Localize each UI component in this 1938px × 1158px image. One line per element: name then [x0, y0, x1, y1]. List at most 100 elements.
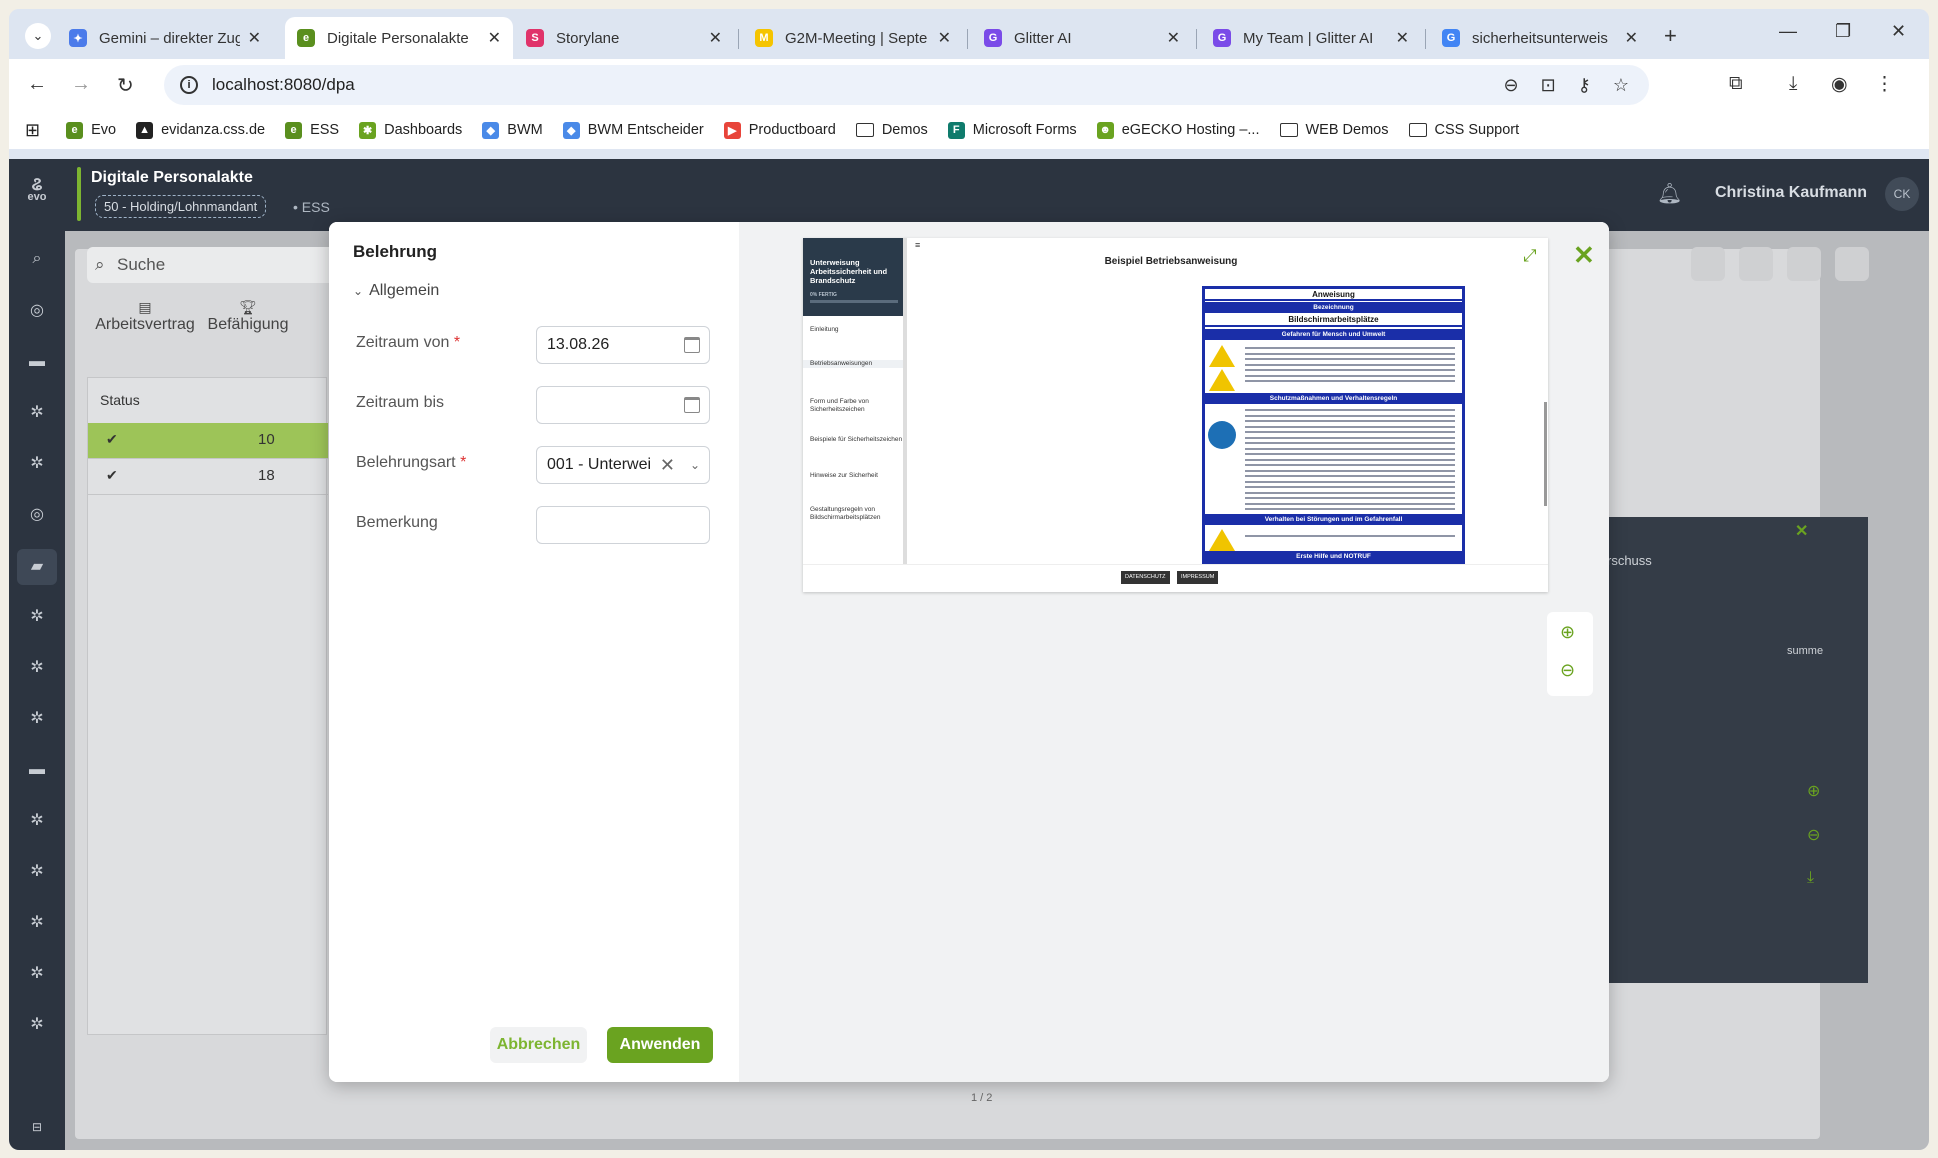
search-icon[interactable]: ⌕: [27, 249, 47, 269]
bookmark-item[interactable]: ▶ Productboard: [723, 121, 836, 139]
browser-tab[interactable]: S Storylane ✕: [514, 17, 734, 59]
module-icon[interactable]: ✲: [27, 454, 47, 474]
close-tab-icon[interactable]: ✕: [248, 28, 261, 48]
table-row[interactable]: ✔ 10: [88, 423, 328, 459]
more-menu-icon[interactable]: ⋮: [1875, 73, 1894, 96]
bookmark-item[interactable]: F Microsoft Forms: [947, 121, 1077, 139]
bookmark-star-icon[interactable]: ☆: [1613, 75, 1629, 96]
browser-tab[interactable]: G My Team | Glitter AI ✕: [1201, 17, 1421, 59]
belehrungsart-select[interactable]: 001 - Unterwei ✕ ⌄: [536, 446, 710, 484]
module-icon[interactable]: ✲: [27, 862, 47, 882]
course-nav-item[interactable]: Beispiele für Sicherheitszeichen: [803, 436, 903, 444]
table-row[interactable]: ✔ 18: [88, 459, 328, 495]
course-nav-item[interactable]: Form und Farbe von Sicherheitszeichen: [803, 398, 903, 414]
zoom-in-icon[interactable]: ⊕: [1560, 622, 1575, 643]
folder-icon[interactable]: ▬: [27, 760, 47, 780]
bookmark-item[interactable]: e ESS: [285, 121, 339, 139]
minimize-button[interactable]: —: [1779, 21, 1797, 42]
tab-arbeitsvertrag[interactable]: ▤ Arbeitsvertrag: [95, 299, 195, 334]
close-tab-icon[interactable]: ✕: [1167, 28, 1180, 48]
bookmark-item[interactable]: ▲ evidanza.css.de: [136, 121, 265, 139]
mandant-chip[interactable]: 50 - Holding/Lohnmandant: [95, 195, 267, 218]
reload-button[interactable]: ↻: [117, 73, 134, 98]
bookmark-item[interactable]: ☻ eGECKO Hosting –...: [1096, 121, 1260, 139]
zoom-out-icon[interactable]: ⊖: [1807, 825, 1820, 845]
browser-tab[interactable]: e Digitale Personalakte ✕: [285, 17, 513, 59]
module-icon[interactable]: ✲: [27, 403, 47, 423]
bookmark-item[interactable]: e Evo: [66, 121, 116, 139]
delete-button[interactable]: [1835, 247, 1869, 281]
apps-grid-icon[interactable]: ⊞: [25, 120, 40, 141]
bell-icon[interactable]: 🔔︎: [1657, 181, 1682, 206]
course-nav-item[interactable]: Gestaltungsregeln von Bildschirmarbeitsp…: [803, 506, 903, 522]
zoom-in-icon[interactable]: ⊕: [1807, 781, 1820, 801]
bookmark-item[interactable]: Demos: [855, 122, 928, 139]
close-icon[interactable]: ✕: [1795, 521, 1808, 541]
collapse-rail-icon[interactable]: ⊟: [27, 1117, 47, 1137]
module-icon[interactable]: ✲: [27, 913, 47, 933]
extensions-icon[interactable]: ⧉: [1729, 73, 1743, 95]
avatar[interactable]: CK: [1885, 177, 1919, 211]
bookmark-item[interactable]: ◆ BWM Entscheider: [562, 121, 704, 139]
site-info-icon[interactable]: i: [180, 76, 198, 94]
module-icon[interactable]: ✲: [27, 709, 47, 729]
course-nav-item[interactable]: Einleitung: [803, 326, 903, 334]
calendar-icon[interactable]: [684, 397, 700, 413]
copy-button[interactable]: [1787, 247, 1821, 281]
browser-tab[interactable]: M G2M-Meeting | Septe ✕: [743, 17, 963, 59]
apply-button[interactable]: Anwenden: [607, 1027, 713, 1063]
expand-icon[interactable]: ⤢: [1523, 246, 1537, 266]
module-icon[interactable]: ✲: [27, 607, 47, 627]
close-tab-icon[interactable]: ✕: [488, 28, 501, 48]
bookmark-item[interactable]: ◆ BWM: [482, 121, 543, 139]
datenschutz-button[interactable]: DATENSCHUTZ: [1121, 571, 1170, 584]
close-tab-icon[interactable]: ✕: [1396, 28, 1409, 48]
course-nav-item[interactable]: Betriebsanweisungen: [803, 360, 903, 369]
tab-befaehigung[interactable]: 🏆︎ Befähigung: [203, 299, 293, 334]
folder-icon[interactable]: ▬: [27, 352, 47, 372]
nav-scrollbar[interactable]: [903, 238, 907, 564]
user-name[interactable]: Christina Kaufmann: [1715, 184, 1867, 202]
module-icon[interactable]: ✲: [27, 811, 47, 831]
bookmark-item[interactable]: ✱ Dashboards: [359, 121, 462, 139]
folder-open-icon[interactable]: ▰: [17, 549, 57, 585]
doc-scrollbar[interactable]: [1544, 402, 1547, 506]
www-icon[interactable]: ◎: [27, 301, 47, 321]
new-tab-button[interactable]: +: [1664, 23, 1677, 49]
close-dialog-icon[interactable]: ✕: [1573, 242, 1595, 268]
download-icon[interactable]: ⤓: [1807, 869, 1814, 887]
install-app-icon[interactable]: ⊡: [1541, 75, 1556, 96]
section-allgemein[interactable]: ⌄ Allgemein: [353, 282, 439, 300]
cancel-button[interactable]: Abbrechen: [490, 1027, 587, 1063]
bookmark-item[interactable]: CSS Support: [1408, 122, 1519, 139]
close-tab-icon[interactable]: ✕: [1625, 28, 1638, 48]
browser-tab[interactable]: G Glitter AI ✕: [972, 17, 1192, 59]
add-document-button[interactable]: [1691, 247, 1725, 281]
www-icon[interactable]: ◎: [27, 505, 47, 525]
zoom-icon[interactable]: ⊖: [1503, 75, 1518, 96]
close-tab-icon[interactable]: ✕: [709, 28, 722, 48]
back-button[interactable]: ←: [27, 73, 47, 96]
calendar-icon[interactable]: [684, 337, 700, 353]
chevron-down-icon[interactable]: ⌄: [690, 447, 700, 483]
module-icon[interactable]: ✲: [27, 1015, 47, 1035]
clear-icon[interactable]: ✕: [660, 447, 675, 483]
address-bar[interactable]: i localhost:8080/dpa ⊖ ⊡ ⚷ ☆: [164, 65, 1649, 105]
bemerkung-input[interactable]: [536, 506, 710, 544]
password-key-icon[interactable]: ⚷: [1578, 75, 1591, 96]
forward-button[interactable]: →: [71, 73, 91, 96]
restore-button[interactable]: ❐: [1835, 21, 1851, 42]
tab-search-button[interactable]: ⌄: [25, 23, 51, 49]
bookmark-item[interactable]: WEB Demos: [1279, 122, 1389, 139]
zeitraum-von-input[interactable]: 13.08.26: [536, 326, 710, 364]
browser-tab[interactable]: Gsicherheitsunterweis ✕: [1430, 17, 1650, 59]
course-nav-item[interactable]: Hinweise zur Sicherheit: [803, 472, 903, 480]
impressum-button[interactable]: IMPRESSUM: [1177, 571, 1219, 584]
profile-icon[interactable]: ◉: [1831, 73, 1848, 96]
close-tab-icon[interactable]: ✕: [938, 28, 951, 48]
zoom-out-icon[interactable]: ⊖: [1560, 660, 1575, 681]
close-window-button[interactable]: ✕: [1891, 21, 1906, 42]
module-icon[interactable]: ✲: [27, 658, 47, 678]
zeitraum-bis-input[interactable]: [536, 386, 710, 424]
browser-tab[interactable]: ✦ Gemini – direkter Zug ✕: [57, 17, 273, 59]
